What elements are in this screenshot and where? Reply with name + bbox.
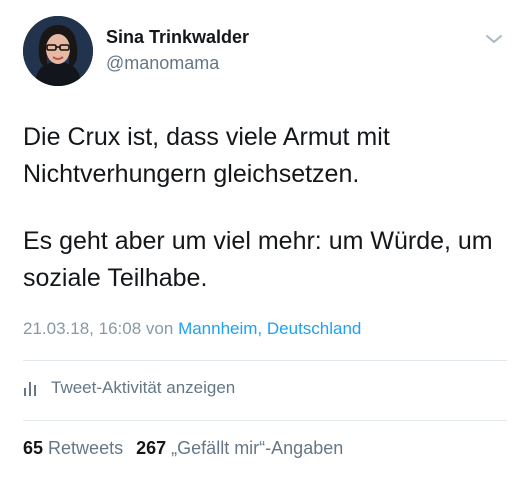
chevron-down-icon[interactable] xyxy=(484,32,504,46)
tweet-timestamp[interactable]: 21.03.18, 16:08 xyxy=(23,319,141,338)
retweets-label: Retweets xyxy=(48,438,124,458)
divider xyxy=(23,360,507,361)
tweet-activity-label: Tweet-Aktivität anzeigen xyxy=(51,378,236,397)
avatar[interactable] xyxy=(23,16,93,86)
avatar-image xyxy=(23,16,93,86)
user-handle[interactable]: @manomama xyxy=(106,53,219,74)
tweet-stats: 65 Retweets 267 „Gefällt mir“-Angaben xyxy=(23,438,343,459)
likes-stat[interactable]: 267 „Gefällt mir“-Angaben xyxy=(136,438,343,458)
tweet-meta: 21.03.18, 16:08 von Mannheim, Deutschlan… xyxy=(23,319,361,339)
tweet-text-paragraph-1: Die Crux ist, dass viele Armut mit Nicht… xyxy=(23,123,390,188)
tweet-location-link[interactable]: Mannheim, Deutschland xyxy=(178,319,361,338)
divider xyxy=(23,420,507,421)
likes-label: „Gefällt mir“-Angaben xyxy=(171,438,344,458)
retweets-count: 65 xyxy=(23,438,44,458)
retweets-stat[interactable]: 65 Retweets xyxy=(23,438,123,458)
tweet-activity-link[interactable]: Tweet-Aktivität anzeigen xyxy=(23,378,235,398)
from-label: von xyxy=(145,319,174,338)
tweet-text-paragraph-2: Es geht aber um viel mehr: um Würde, um … xyxy=(23,227,493,292)
bar-chart-icon xyxy=(24,382,36,396)
user-name[interactable]: Sina Trinkwalder xyxy=(106,27,249,48)
likes-count: 267 xyxy=(136,438,167,458)
